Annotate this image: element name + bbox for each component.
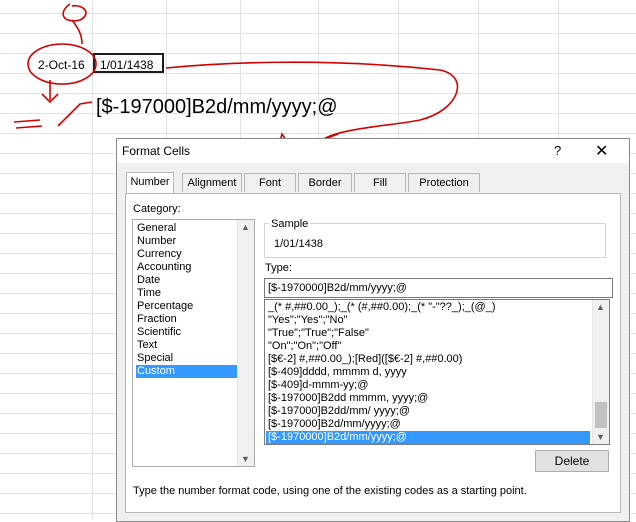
category-item[interactable]: Scientific bbox=[136, 326, 237, 339]
dialog-title: Format Cells bbox=[122, 144, 191, 158]
category-label: Category: bbox=[133, 203, 181, 215]
category-item[interactable]: Accounting bbox=[136, 261, 237, 274]
sample-value: 1/01/1438 bbox=[274, 238, 323, 250]
scroll-up-icon[interactable]: ▲ bbox=[596, 302, 605, 312]
help-button[interactable]: ? bbox=[554, 143, 561, 158]
delete-button[interactable]: Delete bbox=[535, 450, 609, 472]
category-item[interactable]: Currency bbox=[136, 248, 237, 261]
category-item[interactable]: Percentage bbox=[136, 300, 237, 313]
type-list-item[interactable]: [$-409]d-mmm-yy;@ bbox=[268, 379, 590, 392]
dialog-titlebar: Format Cells ? ✕ bbox=[117, 139, 629, 163]
type-list-item[interactable]: "On";"On";"Off" bbox=[268, 340, 590, 353]
annotation-circle-cell bbox=[27, 43, 97, 85]
scroll-thumb[interactable] bbox=[595, 402, 607, 428]
type-label: Type: bbox=[265, 262, 292, 274]
type-list-item[interactable]: [$-409]dddd, mmmm d, yyyy bbox=[268, 366, 590, 379]
category-scrollbar[interactable]: ▲ ▼ bbox=[237, 220, 254, 466]
tab-protection[interactable]: Protection bbox=[408, 173, 480, 192]
type-list-item[interactable]: [$-197000]B2d/mm/yyyy;@ bbox=[268, 418, 590, 431]
scroll-down-icon[interactable]: ▼ bbox=[596, 432, 605, 442]
close-button[interactable]: ✕ bbox=[595, 141, 608, 161]
category-item[interactable]: Time bbox=[136, 287, 237, 300]
type-list-item[interactable]: "True";"True";"False" bbox=[268, 327, 590, 340]
type-input[interactable]: [$-1970000]B2d/mm/yyyy;@ bbox=[264, 278, 613, 298]
type-list-scrollbar[interactable]: ▲ ▼ bbox=[592, 300, 609, 444]
tab-alignment[interactable]: Alignment bbox=[182, 173, 242, 192]
annotation-connector bbox=[71, 19, 83, 45]
tab-border[interactable]: Border bbox=[298, 173, 352, 192]
type-list-item[interactable]: _(* #,##0.00_);_(* (#,##0.00);_(* "-"??_… bbox=[268, 301, 590, 314]
tab-number[interactable]: Number bbox=[126, 172, 174, 193]
category-item[interactable]: Text bbox=[136, 339, 237, 352]
type-list-item[interactable]: "Yes";"Yes";"No" bbox=[268, 314, 590, 327]
scroll-down-icon[interactable]: ▼ bbox=[241, 454, 250, 464]
annotation-loop bbox=[62, 3, 87, 22]
category-item[interactable]: Special bbox=[136, 352, 237, 365]
tab-fill[interactable]: Fill bbox=[354, 173, 406, 192]
annotation-marks bbox=[13, 101, 93, 129]
category-item-selected[interactable]: Custom bbox=[136, 365, 237, 378]
tab-font[interactable]: Font bbox=[244, 173, 296, 192]
type-list[interactable]: _(* #,##0.00_);_(* (#,##0.00);_(* "-"??_… bbox=[264, 299, 610, 445]
category-item[interactable]: Number bbox=[136, 235, 237, 248]
type-list-item[interactable]: [$-197000]B2dd/mm/ yyyy;@ bbox=[268, 405, 590, 418]
type-list-item[interactable]: [$-197000]B2dd mmmm, yyyy;@ bbox=[268, 392, 590, 405]
format-cells-dialog: Format Cells ? ✕ Number Alignment Font B… bbox=[116, 138, 630, 522]
category-item[interactable]: General bbox=[136, 222, 237, 235]
hint-text: Type the number format code, using one o… bbox=[133, 485, 527, 497]
type-list-item-selected[interactable]: [$-1970000]B2d/mm/yyyy;@ bbox=[266, 431, 590, 444]
annotation-arrow-path bbox=[165, 61, 459, 141]
category-list[interactable]: General Number Currency Accounting Date … bbox=[132, 219, 255, 467]
category-item[interactable]: Date bbox=[136, 274, 237, 287]
scroll-up-icon[interactable]: ▲ bbox=[241, 222, 250, 232]
sample-label: Sample bbox=[269, 218, 311, 230]
type-list-item[interactable]: [$€-2] #,##0.00_);[Red]([$€-2] #,##0.00) bbox=[268, 353, 590, 366]
category-item[interactable]: Fraction bbox=[136, 313, 237, 326]
